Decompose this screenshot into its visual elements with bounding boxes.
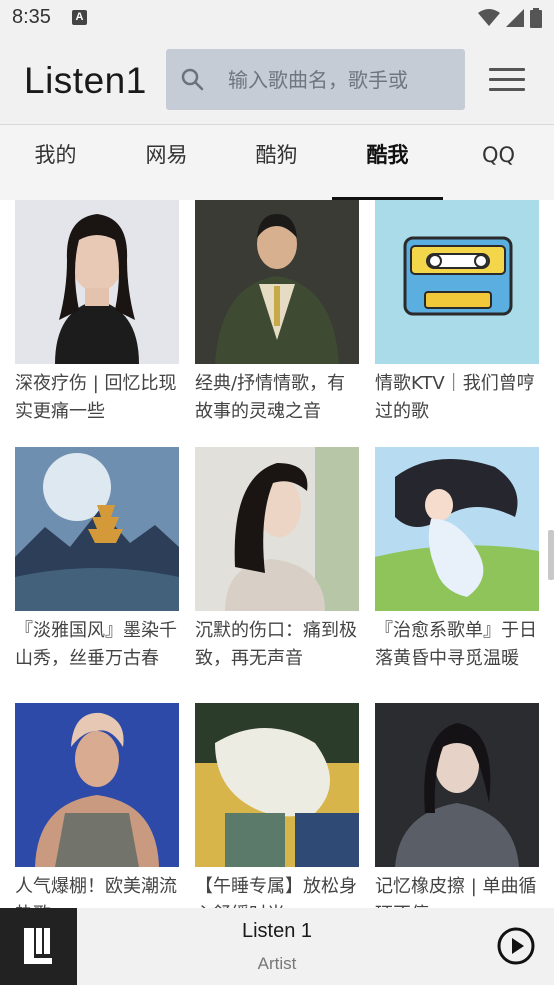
status-bar: 8:35 A <box>0 0 554 38</box>
tab-mine[interactable]: 我的 <box>0 125 111 201</box>
a-notification-icon: A <box>72 10 87 25</box>
app-title: Listen1 <box>24 60 147 101</box>
app-header: Listen1 <box>0 38 554 124</box>
playlist-title: 沉默的伤口：痛到极致，再无声音 <box>195 620 357 669</box>
track-artist: Artist <box>257 954 297 973</box>
tab-qq[interactable]: QQ <box>443 125 554 201</box>
playlist-title: 情歌KTV｜我们曾哼过的歌 <box>375 373 535 422</box>
playlist-card[interactable]: 记忆橡皮擦 | 单曲循环不停 <box>375 703 539 908</box>
playlist-cover <box>195 447 359 611</box>
search-icon <box>181 68 204 91</box>
playlist-card[interactable]: 『治愈系歌单』于日落黄昏中寻觅温暖 <box>375 447 539 673</box>
search-input[interactable] <box>226 59 460 101</box>
playlist-title: 记忆橡皮擦 | 单曲循环不停 <box>375 876 537 908</box>
playlist-title: 深夜疗伤 | 回忆比现实更痛一些 <box>15 373 177 422</box>
tab-netease[interactable]: 网易 <box>111 125 222 201</box>
playlist-title: 『治愈系歌单』于日落黄昏中寻觅温暖 <box>375 620 537 669</box>
play-icon[interactable] <box>496 926 536 966</box>
track-title: Listen 1 <box>241 920 313 942</box>
source-tabs: 我的 网易 酷狗 酷我 QQ <box>0 124 554 201</box>
playlist-cover <box>15 703 179 867</box>
playlist-cover <box>195 200 359 364</box>
scrollbar-thumb[interactable] <box>548 530 554 580</box>
playlist-grid[interactable]: 深夜疗伤 | 回忆比现实更痛一些 经典/抒情情歌，有故事的灵魂之音 情歌KTV｜… <box>0 200 554 908</box>
playlist-cover <box>375 703 539 867</box>
now-playing-bar[interactable]: Listen 1 Artist <box>0 908 554 985</box>
playlist-cover <box>15 200 179 364</box>
playlist-card[interactable]: 【午睡专属】放松身心舒缓时光 <box>195 703 359 908</box>
playlist-title: 人气爆棚！欧美潮流热歌 <box>15 876 177 908</box>
tab-kuwo[interactable]: 酷我 <box>332 125 443 201</box>
playlist-title: 【午睡专属】放松身心舒缓时光 <box>195 876 357 908</box>
playlist-cover <box>15 447 179 611</box>
playlist-cover <box>375 200 539 364</box>
playlist-cover <box>195 703 359 867</box>
system-icons <box>478 8 542 28</box>
playlist-card[interactable]: 经典/抒情情歌，有故事的灵魂之音 <box>195 200 359 426</box>
playlist-title: 经典/抒情情歌，有故事的灵魂之音 <box>195 373 346 422</box>
playlist-card[interactable]: 情歌KTV｜我们曾哼过的歌 <box>375 200 539 426</box>
playlist-card[interactable]: 深夜疗伤 | 回忆比现实更痛一些 <box>15 200 179 426</box>
app-logo-icon[interactable] <box>0 908 77 985</box>
battery-icon <box>530 8 542 28</box>
search-box[interactable] <box>166 49 465 110</box>
playlist-cover <box>375 447 539 611</box>
playlist-card[interactable]: 沉默的伤口：痛到极致，再无声音 <box>195 447 359 673</box>
playlist-card[interactable]: 『淡雅国风』墨染千山秀，丝垂万古春 <box>15 447 179 673</box>
playlist-title: 『淡雅国风』墨染千山秀，丝垂万古春 <box>15 620 177 669</box>
hamburger-menu-icon[interactable] <box>489 68 525 94</box>
signal-icon <box>506 9 524 27</box>
playlist-card[interactable]: 人气爆棚！欧美潮流热歌 <box>15 703 179 908</box>
status-time: 8:35 <box>12 6 51 28</box>
wifi-icon <box>478 9 500 26</box>
tab-kugou[interactable]: 酷狗 <box>221 125 332 201</box>
